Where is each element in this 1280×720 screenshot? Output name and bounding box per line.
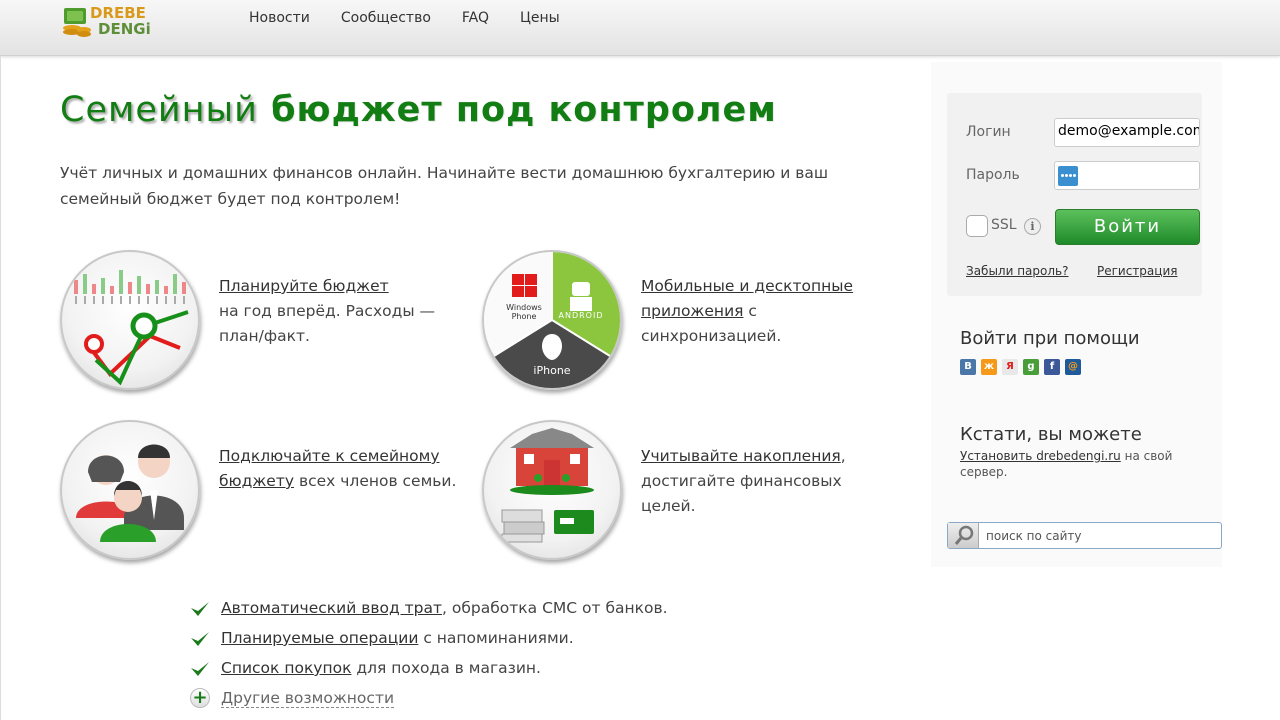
search-icon[interactable] <box>948 523 979 548</box>
btw-title: Кстати, вы можете <box>960 424 1142 445</box>
btw-text: Установить drebedengi.ru на свой сервер. <box>960 448 1200 480</box>
vk-icon[interactable]: В <box>960 359 976 375</box>
mobile-platforms-icon: Windows Phone ANDROID iPhone <box>482 250 622 390</box>
mailru-icon[interactable]: @ <box>1065 359 1081 375</box>
facebook-icon[interactable]: f <box>1044 359 1060 375</box>
feature-savings-link[interactable]: Учитывайте накопления <box>641 447 841 465</box>
page-title-bold: Семейный <box>60 90 258 130</box>
check-planned-ops-text: с напоминаниями. <box>418 629 574 647</box>
check-auto-input-text: , обработка СМС от банков. <box>442 599 668 617</box>
ssl-label: SSL <box>991 217 1017 233</box>
check-shopping-list-text: для похода в магазин. <box>351 659 541 677</box>
main-nav: Новости Сообщество FAQ Цены <box>249 10 591 26</box>
feature-family-text: Подключайте к семейному бюджету всех чле… <box>219 444 479 494</box>
site-logo[interactable]: DREBE DENGi <box>62 2 151 40</box>
checkmark-icon <box>191 662 209 676</box>
plus-icon[interactable]: + <box>190 688 210 708</box>
list-item: Список покупок для похода в магазин. <box>189 656 668 686</box>
feature-budget-text: Планируйте бюджет на год вперёд. Расходы… <box>219 274 479 349</box>
search-input[interactable]: поиск по сайту <box>986 529 1082 543</box>
password-manager-icon[interactable] <box>1058 166 1078 186</box>
svg-text:iPhone: iPhone <box>533 364 570 377</box>
feature-checklist: Автоматический ввод трат, обработка СМС … <box>189 596 668 716</box>
register-link[interactable]: Регистрация <box>1097 264 1177 278</box>
feature-mobile: Windows Phone ANDROID iPhone Мобильные и… <box>482 250 902 392</box>
odnoklassniki-icon[interactable]: ж <box>981 359 997 375</box>
forgot-password-link[interactable]: Забыли пароль? <box>966 264 1068 278</box>
svg-text:Phone: Phone <box>512 312 537 321</box>
check-shopping-list-link[interactable]: Список покупок <box>221 659 351 677</box>
feature-mobile-text: Мобильные и десктопные приложения с синх… <box>641 274 901 349</box>
feature-savings-text: Учитывайте накопления, достигайте финанс… <box>641 444 901 519</box>
social-login-title: Войти при помощи <box>960 328 1140 349</box>
site-search[interactable]: поиск по сайту <box>947 522 1222 549</box>
budget-chart-icon <box>60 250 200 390</box>
nav-prices[interactable]: Цены <box>520 10 560 26</box>
feature-budget-link[interactable]: Планируйте бюджет <box>219 277 389 295</box>
nav-news[interactable]: Новости <box>249 10 310 26</box>
page-title: Семейный бюджет под контролем <box>60 90 777 130</box>
feature-family-desc: всех членов семьи. <box>294 472 457 490</box>
list-item-more[interactable]: + Другие возможности <box>189 686 668 716</box>
login-label: Логин <box>966 124 1011 140</box>
sidebar: Логин demo@example.com Пароль SSL i Войт… <box>931 62 1222 567</box>
checkmark-icon <box>191 632 209 646</box>
check-auto-input-link[interactable]: Автоматический ввод трат <box>221 599 442 617</box>
list-item: Автоматический ввод трат, обработка СМС … <box>189 596 668 626</box>
feature-budget: Планируйте бюджет на год вперёд. Расходы… <box>60 250 480 392</box>
feature-budget-desc: на год вперёд. Расходы — план/факт. <box>219 302 435 345</box>
checkmark-icon <box>191 602 209 616</box>
logo-text-bottom: DENGi <box>98 20 151 38</box>
svg-text:Windows: Windows <box>506 303 542 312</box>
feature-family: Подключайте к семейному бюджету всех чле… <box>60 420 480 562</box>
main-content: Семейный бюджет под контролем Учёт личны… <box>0 56 930 720</box>
nav-community[interactable]: Сообщество <box>341 10 431 26</box>
login-form: Логин demo@example.com Пароль SSL i Войт… <box>947 93 1202 296</box>
feature-savings: Учитывайте накопления, достигайте финанс… <box>482 420 902 562</box>
list-item: Планируемые операции с напоминаниями. <box>189 626 668 656</box>
svg-text:ANDROID: ANDROID <box>559 311 604 320</box>
ssl-checkbox[interactable] <box>966 215 988 237</box>
lead-text: Учёт личных и домашних финансов онлайн. … <box>60 164 829 208</box>
page-title-rest: бюджет под контролем <box>257 90 777 130</box>
yandex-icon[interactable]: Я <box>1002 359 1018 375</box>
install-link[interactable]: Установить drebedengi.ru <box>960 449 1121 463</box>
nav-faq[interactable]: FAQ <box>462 10 489 26</box>
login-button[interactable]: Войти <box>1055 209 1200 245</box>
family-icon <box>60 420 200 560</box>
savings-house-icon <box>482 420 622 560</box>
login-field[interactable]: demo@example.com <box>1054 118 1200 147</box>
top-navbar: DREBE DENGi Новости Сообщество FAQ Цены <box>0 0 1280 56</box>
password-label: Пароль <box>966 167 1020 183</box>
more-features-link[interactable]: Другие возможности <box>221 689 395 708</box>
password-field[interactable] <box>1054 161 1200 190</box>
google-icon[interactable]: g <box>1023 359 1039 375</box>
coins-logo-icon <box>63 8 91 37</box>
info-icon[interactable]: i <box>1024 218 1041 235</box>
social-login-icons: В ж Я g f @ <box>960 359 1081 375</box>
check-planned-ops-link[interactable]: Планируемые операции <box>221 629 418 647</box>
